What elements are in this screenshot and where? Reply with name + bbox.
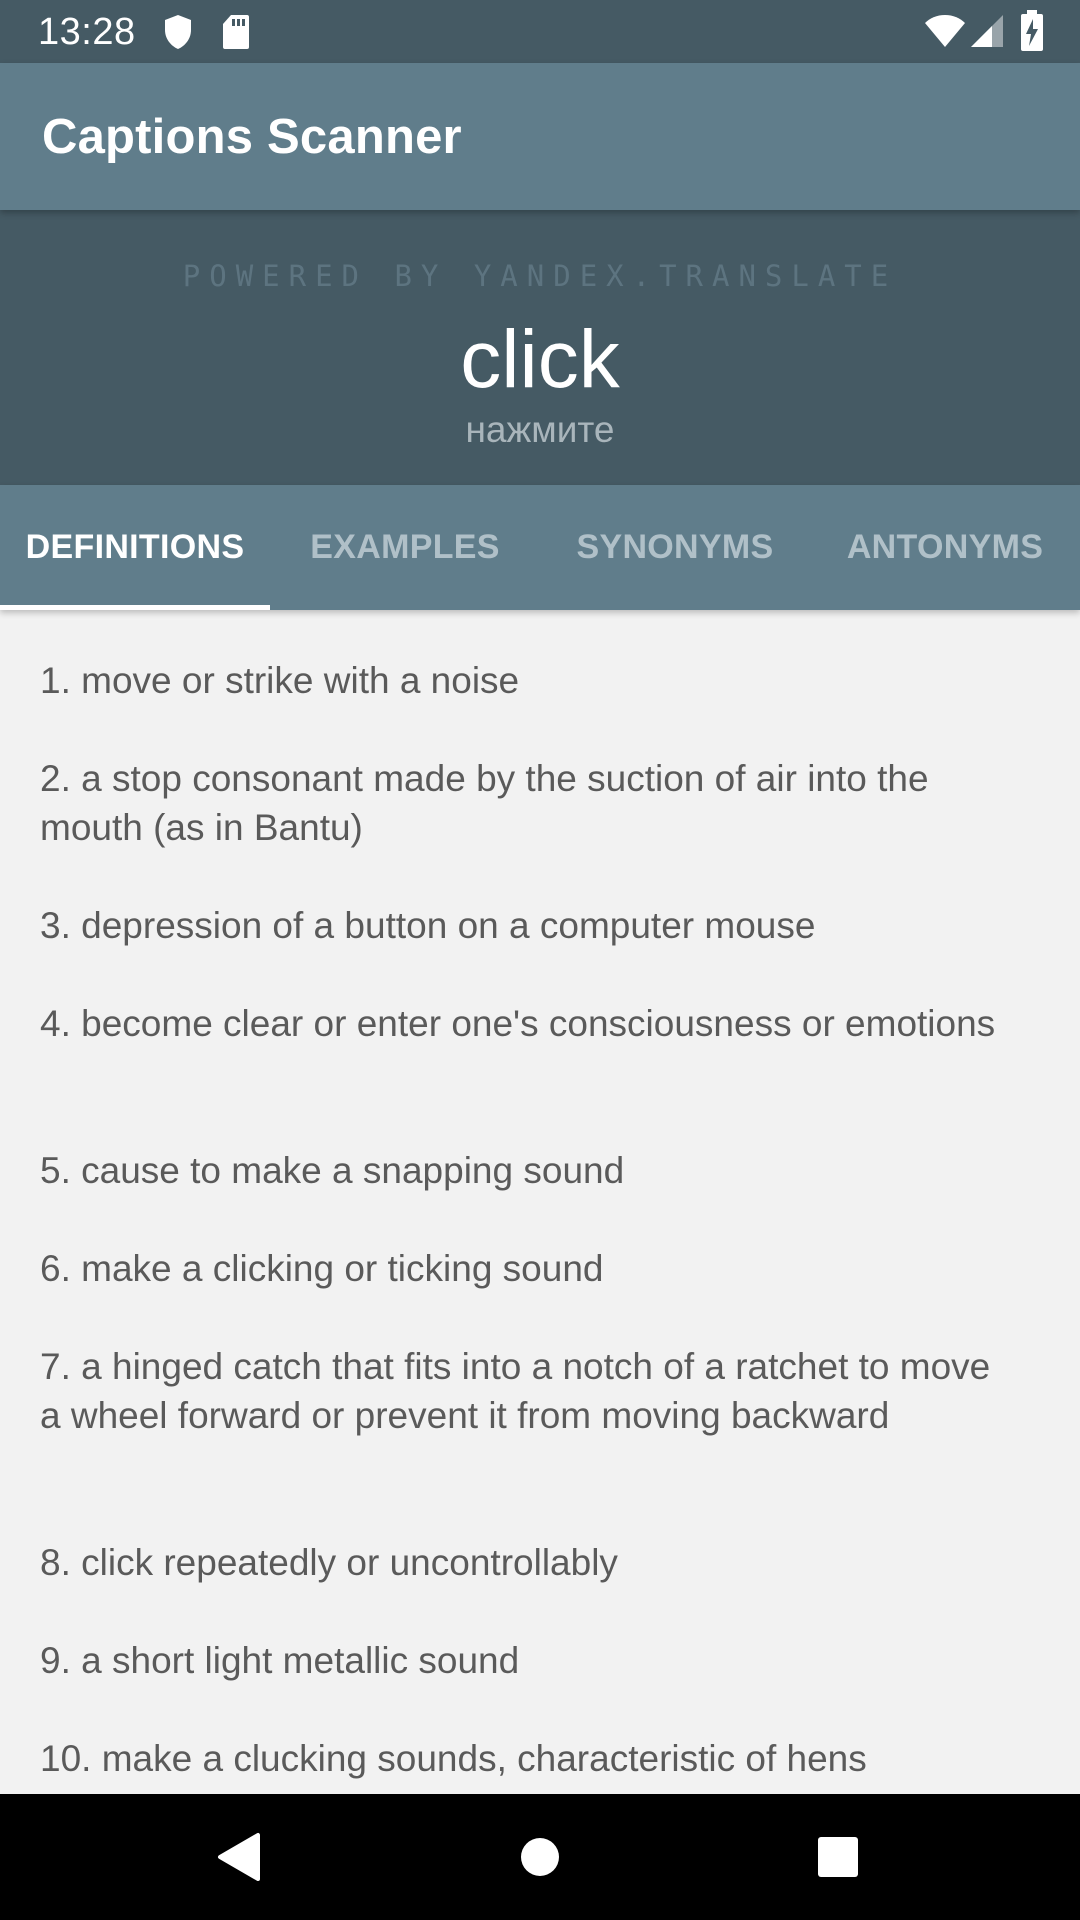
app-bar: Captions Scanner [0, 63, 1080, 210]
word-translation: нажмите [465, 409, 615, 450]
status-time: 13:28 [38, 11, 136, 53]
back-icon[interactable] [208, 1827, 268, 1887]
tab-indicator [0, 605, 270, 610]
definition-item: 7. a hinged catch that fits into a notch… [40, 1346, 991, 1436]
definition-item: 1. move or strike with a noise [40, 660, 520, 701]
definition-item: 3. depression of a button on a computer … [40, 905, 816, 946]
word-title: click [460, 314, 620, 405]
definition-item: 6. make a clicking or ticking sound [40, 1248, 604, 1289]
shield-icon [165, 15, 191, 49]
tab-antonyms[interactable]: ANTONYMS [810, 485, 1080, 610]
definition-item: 2. a stop consonant made by the suction … [40, 758, 929, 848]
definition-item: 4. become clear or enter one's conscious… [40, 1003, 996, 1044]
definition-item: 10. make a clucking sounds, characterist… [40, 1738, 867, 1779]
tab-synonyms[interactable]: SYNONYMS [540, 485, 810, 610]
definition-item: 8. click repeatedly or uncontrollably [40, 1542, 618, 1583]
app-screen: 13:28 Captions Scanner POWERED BY YANDEX… [0, 0, 1080, 1920]
definitions-list[interactable]: 1. move or strike with a noise 2. a stop… [0, 610, 1080, 1794]
tab-bar: DEFINITIONS EXAMPLES SYNONYMS ANTONYMS [0, 485, 1080, 610]
status-bar: 13:28 [0, 0, 1080, 63]
navigation-bar [0, 1794, 1080, 1920]
definition-item: 9. a short light metallic sound [40, 1640, 520, 1681]
sd-card-icon [223, 15, 249, 49]
tab-examples[interactable]: EXAMPLES [270, 485, 540, 610]
definition-item: 5. cause to make a snapping sound [40, 1150, 625, 1191]
recents-icon[interactable] [808, 1827, 868, 1887]
powered-by-label[interactable]: POWERED BY YANDEX.TRANSLATE [0, 258, 1080, 294]
word-header: POWERED BY YANDEX.TRANSLATE click нажмит… [0, 210, 1080, 485]
battery-charging-icon [1021, 10, 1043, 51]
tab-definitions[interactable]: DEFINITIONS [0, 485, 270, 610]
home-icon[interactable] [510, 1827, 570, 1887]
signal-icon [971, 15, 1003, 47]
app-title: Captions Scanner [42, 110, 462, 164]
wifi-icon [925, 15, 965, 47]
